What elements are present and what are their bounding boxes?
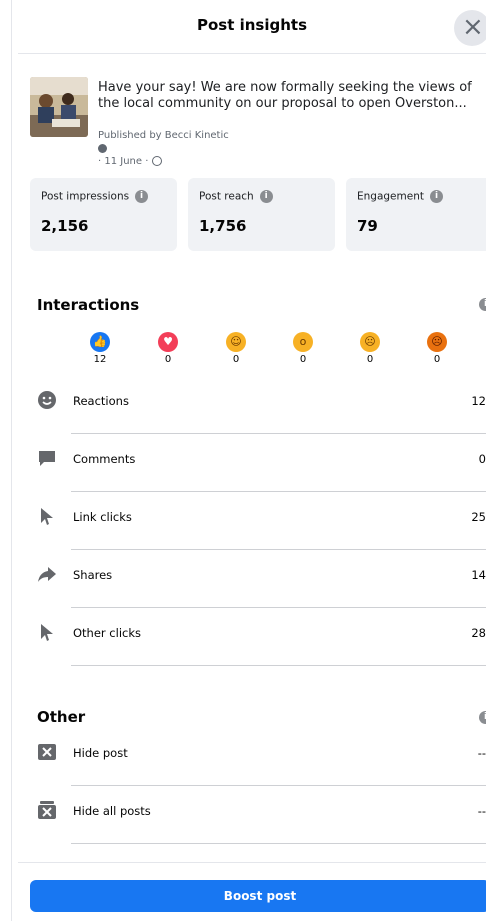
comment-icon [37,448,57,468]
post-text-line1: Have your say! We are now formally seeki… [98,80,472,95]
cursor-icon [37,622,57,642]
stat-label: Post reach [199,190,254,203]
reaction-count: 0 [366,354,374,365]
reaction-like: 👍 12 [80,332,120,365]
close-button[interactable]: × [454,10,486,46]
published-by: Published by Becci Kinetic [98,130,229,141]
stat-card-reach: Post reach i 1,756 [188,178,335,251]
row-hide-all-posts: Hide all posts -- [37,786,486,844]
row-value: 25 [471,510,486,524]
stat-card-impressions: Post impressions i 2,156 [30,178,177,251]
row-value: 14 [471,568,486,582]
globe-icon [151,156,162,166]
love-icon: ♥ [158,332,178,352]
reaction-count: 0 [299,354,307,365]
row-other-clicks: Other clicks 28 [37,608,486,666]
angry-icon: ☹ [427,332,447,352]
post-text: Have your say! We are now formally seeki… [98,80,486,112]
stat-label: Engagement [357,190,424,203]
close-icon: × [462,12,484,42]
reaction-wow: o 0 [283,332,323,365]
post-date: · 11 June · [98,156,149,167]
smiley-icon [37,390,57,410]
hide-icon [37,742,57,762]
post-insights-panel: Post insights × Have your say! We are no… [18,0,486,921]
row-label: Hide post [73,746,128,760]
row-value: 12 [471,394,486,408]
share-icon [37,564,57,584]
row-divider [71,665,486,666]
boost-post-button[interactable]: Boost post [30,880,486,912]
post-summary[interactable]: Have your say! We are now formally seeki… [18,54,486,169]
stat-label: Post impressions [41,190,130,203]
row-label: Other clicks [73,626,141,640]
post-thumbnail[interactable] [30,77,88,137]
post-meta: Published by Becci Kinetic · 11 June · [98,129,229,168]
reaction-sad: ☹ 0 [350,332,390,365]
haha-icon: ☺ [226,332,246,352]
reaction-haha: ☺ 0 [216,332,256,365]
panel-header: Post insights × [18,0,486,54]
row-reactions: Reactions 12 [37,376,486,434]
row-label: Shares [73,568,113,582]
reaction-count: 0 [164,354,172,365]
row-value: -- [477,746,486,760]
wow-icon: o [293,332,313,352]
row-label: Hide all posts [73,804,151,818]
stat-card-engagement: Engagement i 79 [346,178,486,251]
row-value: -- [477,804,486,818]
post-text-line2: the local community on our proposal to o… [98,96,467,111]
stat-value: 1,756 [199,217,247,235]
cursor-icon [37,506,57,526]
info-icon[interactable]: i [259,190,273,203]
row-link-clicks: Link clicks 25 [37,492,486,550]
stat-value: 2,156 [41,217,89,235]
row-value: 0 [478,452,486,466]
like-icon: 👍 [90,332,110,352]
panel-title: Post insights [196,16,308,34]
row-hide-post: Hide post -- [37,728,486,786]
reaction-count: 0 [232,354,240,365]
panel-left-border [11,0,12,921]
row-label: Link clicks [73,510,132,524]
footer-divider [18,862,486,863]
sad-icon: ☹ [360,332,380,352]
info-icon[interactable]: i [479,298,486,311]
stat-value: 79 [357,217,378,235]
row-divider [71,843,486,844]
other-heading: Other [37,708,86,726]
hide-all-icon [37,800,57,820]
info-icon[interactable]: i [479,711,486,724]
reaction-count: 12 [93,354,107,365]
reaction-love: ♥ 0 [148,332,188,365]
reaction-count: 0 [433,354,441,365]
stats-cards: Post impressions i 2,156 Post reach i 1,75… [30,178,486,251]
row-shares: Shares 14 [37,550,486,608]
row-label: Comments [73,452,136,466]
row-value: 28 [471,626,486,640]
row-comments: Comments 0 [37,434,486,492]
interactions-heading: Interactions [37,296,140,314]
info-icon [98,143,107,153]
info-icon[interactable]: i [135,190,149,203]
info-icon[interactable]: i [429,190,443,203]
reaction-angry: ☹ 0 [417,332,457,365]
row-label: Reactions [73,394,129,408]
reaction-breakdown: 👍 12 ♥ 0 ☺ 0 o 0 ☹ 0 ☹ 0 [80,332,486,377]
